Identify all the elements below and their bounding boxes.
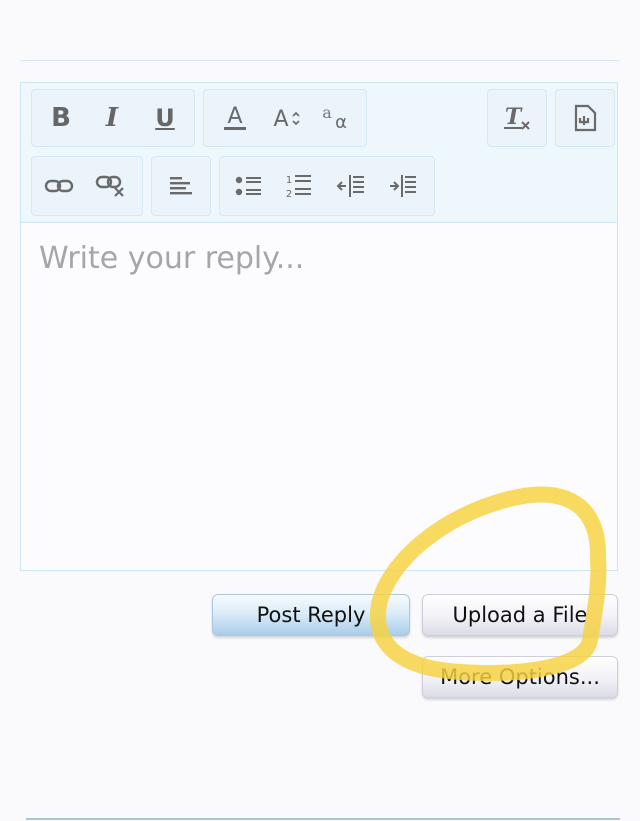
toggle-source-icon [574, 104, 597, 132]
font-color-button[interactable]: A [214, 92, 256, 144]
link-icon [44, 179, 74, 193]
upload-file-button[interactable]: Upload a File [422, 594, 618, 636]
italic-button[interactable]: I [91, 92, 133, 144]
svg-text:2: 2 [286, 189, 292, 200]
numbered-list-button[interactable]: 1 2 [278, 160, 320, 212]
font-size-icon: A [273, 107, 300, 132]
underline-icon: U [155, 104, 175, 132]
align-left-icon [170, 177, 192, 195]
editor-toolbar: B I U A A a α T 1 2 [21, 83, 617, 223]
unlink-icon [95, 175, 124, 197]
remove-formatting-button[interactable]: T [496, 92, 538, 144]
font-group: A A a α [203, 89, 367, 147]
reply-textarea[interactable]: Write your reply... [21, 223, 617, 570]
svg-text:A: A [273, 107, 288, 132]
align-group [151, 156, 211, 216]
reply-editor: B I U A A a α T 1 2 Write your reply... [20, 82, 618, 571]
font-color-icon: A [224, 104, 246, 130]
bullet-list-button[interactable] [228, 160, 270, 212]
post-reply-button[interactable]: Post Reply [212, 594, 410, 636]
bullet-list-icon [235, 176, 261, 196]
italic-icon: I [105, 103, 119, 133]
list-group: 1 2 [219, 156, 435, 216]
svg-text:a: a [322, 103, 332, 122]
svg-text:α: α [335, 112, 347, 133]
font-size-button[interactable]: A [264, 92, 306, 144]
svg-text:1: 1 [286, 175, 292, 186]
reply-placeholder: Write your reply... [39, 241, 305, 276]
outdent-icon [336, 175, 364, 197]
link-button[interactable] [38, 160, 80, 212]
font-family-icon: a α [322, 103, 347, 133]
more-options-button[interactable]: More Options... [422, 656, 618, 698]
bold-icon: B [51, 103, 71, 133]
unlink-button[interactable] [90, 160, 132, 212]
remove-formatting-icon: T [504, 104, 530, 130]
indent-button[interactable] [382, 160, 424, 212]
align-button[interactable] [160, 160, 202, 212]
bottom-divider [26, 818, 620, 820]
link-group [31, 156, 143, 216]
text-style-group: B I U [31, 89, 195, 147]
font-family-button[interactable]: a α [314, 92, 356, 144]
outdent-button[interactable] [330, 160, 372, 212]
top-divider [20, 60, 620, 61]
clear-format-group: T [487, 89, 547, 147]
numbered-list-icon: 1 2 [286, 175, 311, 200]
svg-text:T: T [505, 104, 523, 130]
indent-icon [390, 175, 416, 197]
svg-text:A: A [227, 104, 242, 129]
toggle-bbcode-button[interactable] [564, 92, 606, 144]
underline-button[interactable]: U [144, 92, 186, 144]
bold-button[interactable]: B [40, 92, 82, 144]
source-group [555, 89, 615, 147]
